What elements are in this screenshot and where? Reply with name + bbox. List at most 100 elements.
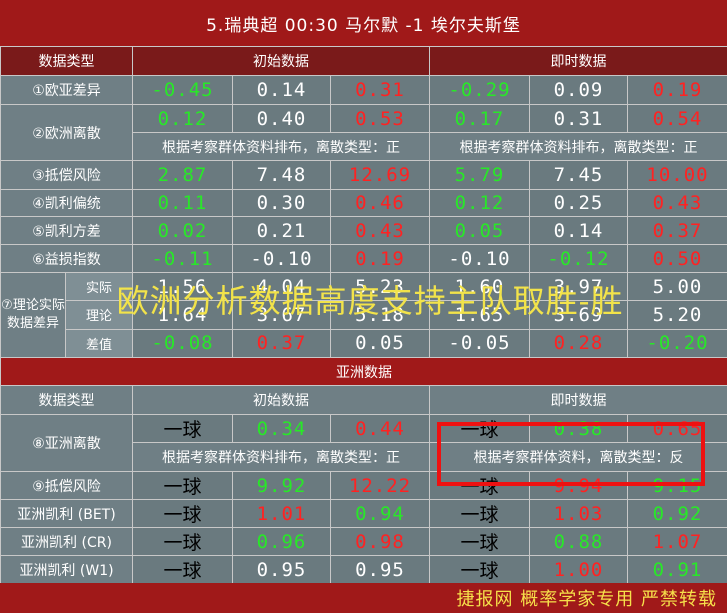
handicap-cell: 一球 <box>429 555 530 584</box>
row-asia-kelly-w1: 亚洲凯利 (W1) 一球 0.95 0.95 一球 1.00 0.91 <box>0 555 727 584</box>
handicap-cell: 一球 <box>132 555 233 584</box>
row-asia-kelly-bet: 亚洲凯利 (BET) 一球 1.01 0.94 一球 1.03 0.92 <box>0 499 727 528</box>
value-cell: 0.91 <box>627 555 727 584</box>
value-cell: 0.92 <box>627 499 727 528</box>
row-label: ④凯利偏统 <box>0 189 133 217</box>
value-cell: 7.48 <box>232 160 331 190</box>
value-cell: 0.95 <box>330 555 430 584</box>
highlight-box <box>437 422 705 486</box>
value-cell: 9.92 <box>232 471 331 500</box>
value-cell: 0.95 <box>232 555 331 584</box>
asia-header-instant: 即时数据 <box>429 385 727 415</box>
value-cell: -0.08 <box>132 328 233 359</box>
row-label: 亚洲凯利 (BET) <box>0 499 133 528</box>
asia-header-initial: 初始数据 <box>132 385 430 415</box>
value-cell: 0.14 <box>529 216 628 245</box>
row-label: ⑦理论实际数据差异 <box>1 298 65 331</box>
row-label: 亚洲凯利 (W1) <box>0 555 133 584</box>
value-cell: 2.87 <box>132 160 233 190</box>
value-cell: 0.17 <box>429 104 530 133</box>
row-label: 亚洲凯利 (CR) <box>0 527 133 556</box>
value-cell: 4.04 <box>232 271 331 302</box>
value-cell: 0.19 <box>330 244 430 273</box>
value-cell: -0.10 <box>232 244 331 273</box>
value-cell: 0.53 <box>330 104 430 133</box>
row-ouya-diff: ①欧亚差异 -0.45 0.14 0.31 -0.29 0.09 0.19 <box>0 75 727 105</box>
value-cell: 0.43 <box>627 189 727 217</box>
sub-label: 理论 <box>66 301 132 330</box>
row-kelly-variance: ⑤凯利方差 0.02 0.21 0.43 0.05 0.14 0.37 <box>0 216 727 245</box>
row-europe-disc: ②欧洲离散 0.12 0.40 0.53 0.17 0.31 0.54 <box>0 104 727 161</box>
header-instant: 即时数据 <box>429 46 727 76</box>
value-cell: 0.12 <box>429 189 530 217</box>
value-cell: 0.54 <box>627 104 727 133</box>
value-cell: 5.79 <box>429 160 530 190</box>
handicap-cell: 一球 <box>132 414 233 443</box>
value-cell: -0.45 <box>132 75 233 105</box>
value-cell: 0.43 <box>330 216 430 245</box>
value-cell: 1.64 <box>132 300 233 330</box>
value-cell: -0.12 <box>529 244 628 273</box>
value-cell: 0.37 <box>232 328 331 359</box>
handicap-cell: 一球 <box>429 527 530 556</box>
value-cell: 0.46 <box>330 189 430 217</box>
value-cell: 1.03 <box>529 499 628 528</box>
value-cell: 0.11 <box>132 189 233 217</box>
handicap-cell: 一球 <box>132 499 233 528</box>
match-title: 5.瑞典超 00:30 马尔默 -1 埃尔夫斯堡 <box>0 0 727 46</box>
value-cell: 0.02 <box>132 216 233 245</box>
value-cell: 0.96 <box>232 527 331 556</box>
handicap-cell: 一球 <box>429 499 530 528</box>
value-cell: 0.14 <box>232 75 331 105</box>
value-cell: 0.05 <box>330 328 430 359</box>
value-cell: 3.67 <box>232 300 331 330</box>
value-cell: 1.65 <box>429 300 530 330</box>
header-initial: 初始数据 <box>132 46 430 76</box>
value-cell: 0.31 <box>330 75 430 105</box>
row-label: ③抵偿风险 <box>0 160 133 190</box>
row-label: ⑨抵偿风险 <box>0 471 133 500</box>
value-cell: 0.30 <box>232 189 331 217</box>
value-cell: 0.25 <box>529 189 628 217</box>
value-cell: 0.94 <box>330 499 430 528</box>
asia-section-title: 亚洲数据 <box>0 357 727 386</box>
sub-label: 差值 <box>66 329 132 357</box>
value-cell: 0.40 <box>232 104 331 133</box>
asia-disc-note-initial: 根据考察群体资料排布，离散类型：正 <box>132 442 430 472</box>
value-cell: 3.97 <box>529 271 628 302</box>
value-cell: 5.00 <box>627 271 727 302</box>
value-cell: 1.60 <box>429 271 530 302</box>
value-cell: 12.69 <box>330 160 430 190</box>
value-cell: 1.56 <box>132 271 233 302</box>
value-cell: 12.22 <box>330 471 430 500</box>
row-label: ①欧亚差异 <box>0 75 133 105</box>
value-cell: 0.21 <box>232 216 331 245</box>
handicap-cell: 一球 <box>132 527 233 556</box>
value-cell: 5.18 <box>330 300 430 330</box>
row-theory-actual: ⑦理论实际数据差异 实际 理论 差值 1.56 4.04 5.23 1.60 3… <box>0 271 727 358</box>
row-label: ⑧亚洲离散 <box>0 414 133 472</box>
value-cell: 7.45 <box>529 160 628 190</box>
value-cell: 1.01 <box>232 499 331 528</box>
value-cell: 0.31 <box>529 104 628 133</box>
value-cell: 0.28 <box>529 328 628 359</box>
value-cell: -0.11 <box>132 244 233 273</box>
disc-note-instant: 根据考察群体资料排布，离散类型：正 <box>429 132 727 161</box>
value-cell: 0.34 <box>232 414 331 443</box>
row-label: ⑥益损指数 <box>0 244 133 273</box>
row-label: ⑤凯利方差 <box>0 216 133 245</box>
row-kelly-bias: ④凯利偏统 0.11 0.30 0.46 0.12 0.25 0.43 <box>0 189 727 217</box>
value-cell: 1.00 <box>529 555 628 584</box>
value-cell: 5.20 <box>627 300 727 330</box>
row-asia-kelly-cr: 亚洲凯利 (CR) 一球 0.96 0.98 一球 0.88 1.07 <box>0 527 727 556</box>
value-cell: 0.37 <box>627 216 727 245</box>
row-profit-index: ⑥益损指数 -0.11 -0.10 0.19 -0.10 -0.12 0.50 <box>0 244 727 273</box>
header-type: 数据类型 <box>0 46 133 76</box>
value-cell: 5.23 <box>330 271 430 302</box>
value-cell: 1.07 <box>627 527 727 556</box>
value-cell: 0.88 <box>529 527 628 556</box>
page: 5.瑞典超 00:30 马尔默 -1 埃尔夫斯堡 数据类型 初始数据 即时数据 … <box>0 0 727 613</box>
value-cell: 3.69 <box>529 300 628 330</box>
value-cell: 0.12 <box>132 104 233 133</box>
value-cell: -0.05 <box>429 328 530 359</box>
